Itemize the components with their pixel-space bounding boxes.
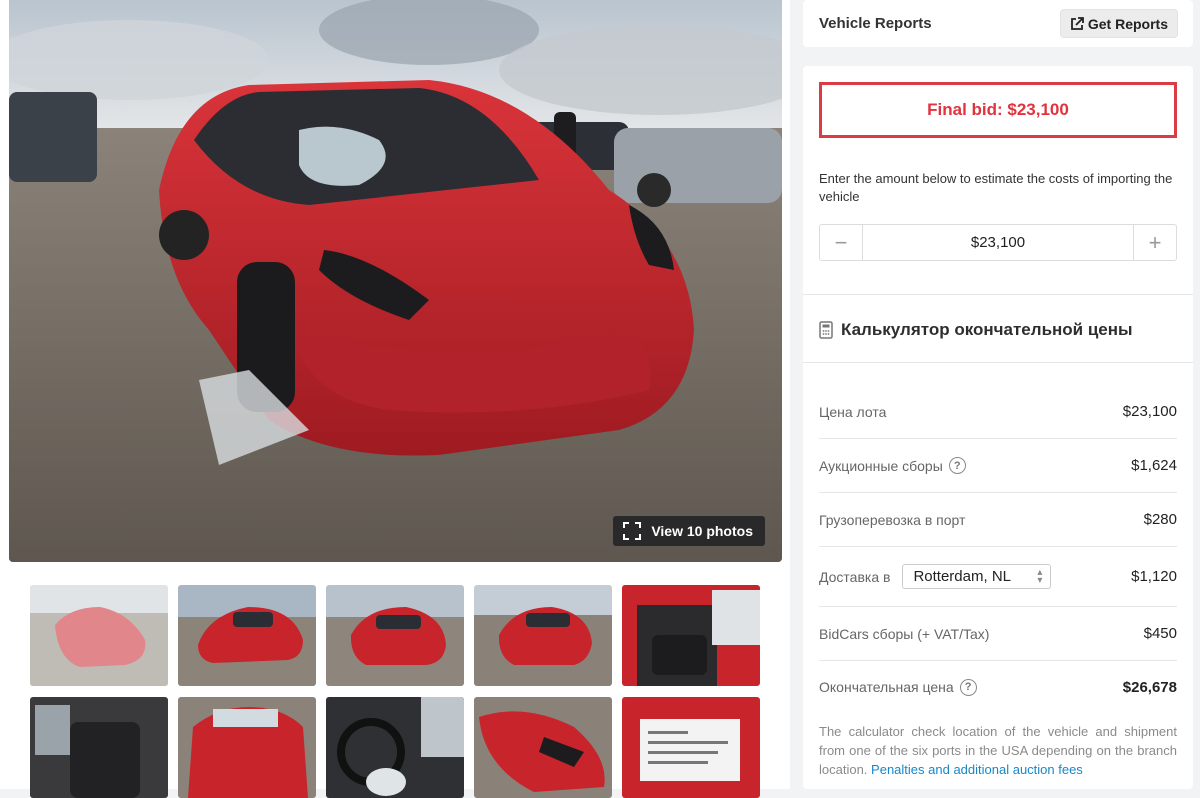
calculator-heading: Калькулятор окончательной цены — [819, 320, 1133, 340]
cost-row-amount: $23,100 — [1122, 403, 1177, 420]
thumbnail-1[interactable] — [30, 585, 168, 686]
cost-row-label: Доставка в — [819, 568, 891, 585]
amount-input[interactable] — [863, 225, 1133, 260]
fullscreen-icon — [623, 522, 642, 540]
cost-row-delivery: Доставка в Rotterdam, NL ▴ ▾ $1,120 — [819, 547, 1177, 607]
thumbnail-10[interactable] — [622, 697, 760, 798]
final-bid-label: Final bid: $23,100 — [927, 100, 1069, 119]
cost-row-auction-fees: Аукционные сборы ? $1,624 — [819, 439, 1177, 493]
get-reports-button[interactable]: Get Reports — [1059, 9, 1178, 38]
calculator-title: Калькулятор окончательной цены — [841, 320, 1133, 339]
cost-row-label: BidCars сборы (+ VAT/Tax) — [819, 625, 990, 642]
help-icon[interactable]: ? — [959, 678, 977, 696]
decrease-button[interactable]: − — [820, 225, 863, 260]
divider — [803, 294, 1193, 295]
thumbnail-3[interactable] — [326, 585, 464, 686]
calculator-icon — [819, 321, 833, 339]
cost-row-final-price: Окончательная цена ? $26,678 — [819, 661, 1177, 713]
thumbnail-2[interactable] — [178, 585, 316, 686]
view-photos-label: View 10 photos — [651, 523, 753, 539]
cost-breakdown: Цена лота $23,100 Аукционные сборы ? $1,… — [819, 385, 1177, 713]
thumbnail-8[interactable] — [326, 697, 464, 798]
amount-hint: Enter the amount below to estimate the c… — [819, 171, 1173, 204]
select-chevron-icon: ▴ ▾ — [1037, 566, 1043, 586]
increase-button[interactable]: + — [1133, 225, 1176, 260]
cost-row-amount: $450 — [1143, 625, 1177, 642]
cost-row-label: Окончательная цена — [819, 679, 954, 695]
calculator-note: The calculator check location of the veh… — [819, 722, 1177, 779]
cost-row-label: Цена лота — [819, 403, 887, 420]
sidebar: Vehicle Reports Get Reports Final bid: $… — [803, 0, 1193, 789]
thumbnail-4[interactable] — [474, 585, 612, 686]
thumbnail-strip — [30, 585, 763, 798]
divider — [803, 362, 1193, 363]
thumbnail-5[interactable] — [622, 585, 760, 686]
cost-row-amount: $26,678 — [1122, 678, 1177, 696]
main-vehicle-photo[interactable]: View 10 photos — [9, 0, 782, 562]
amount-stepper: − + — [819, 224, 1177, 261]
thumbnail-7[interactable] — [178, 697, 316, 798]
cost-row-lot-price: Цена лота $23,100 — [819, 385, 1177, 439]
cost-row-amount: $1,624 — [1131, 457, 1177, 474]
photo-gallery: View 10 photos — [0, 0, 790, 798]
destination-port-value: Rotterdam, NL — [913, 568, 1011, 585]
vehicle-reports-card: Vehicle Reports Get Reports — [803, 0, 1193, 47]
price-calculator-card: Final bid: $23,100 Enter the amount belo… — [803, 66, 1193, 789]
cost-row-port-transport: Грузоперевозка в порт $280 — [819, 493, 1177, 547]
destination-port-select[interactable]: Rotterdam, NL ▴ ▾ — [902, 564, 1052, 589]
get-reports-label: Get Reports — [1087, 15, 1168, 32]
cost-row-bidcars-fees: BidCars сборы (+ VAT/Tax) $450 — [819, 607, 1177, 661]
penalties-fees-link[interactable]: Penalties and additional auction fees — [871, 762, 1083, 777]
help-icon[interactable]: ? — [948, 457, 966, 474]
cost-row-label: Грузоперевозка в порт — [819, 511, 966, 528]
cost-row-amount: $1,120 — [1131, 568, 1177, 585]
vehicle-photo-image — [9, 0, 782, 562]
vehicle-reports-title: Vehicle Reports — [819, 15, 932, 32]
final-bid-box: Final bid: $23,100 — [819, 82, 1177, 138]
cost-row-amount: $280 — [1143, 511, 1177, 528]
thumbnail-6[interactable] — [30, 697, 168, 798]
cost-row-label: Аукционные сборы — [819, 457, 943, 474]
external-link-icon — [1070, 16, 1084, 30]
view-photos-button[interactable]: View 10 photos — [613, 516, 765, 546]
thumbnail-9[interactable] — [474, 697, 612, 798]
